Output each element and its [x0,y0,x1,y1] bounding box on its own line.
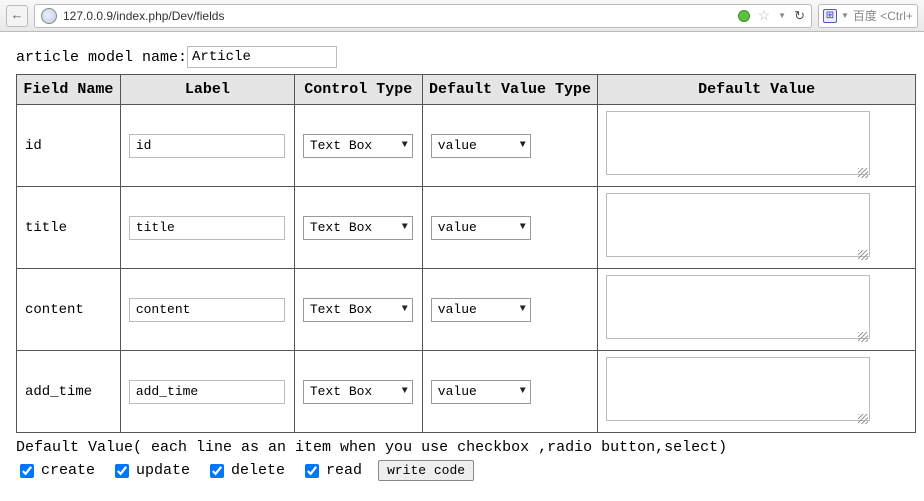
write-code-button[interactable]: write code [378,460,474,481]
chevron-down-icon: ▼ [520,386,526,397]
page-body: article model name: Field Name Label Con… [0,32,924,495]
default-value-textarea[interactable] [606,193,870,257]
default-value-type-cell: value ▼ [422,269,597,351]
control-type-cell: Text Box ▼ [294,269,422,351]
field-name-cell: title [17,187,121,269]
control-type-value: Text Box [310,220,372,235]
table-row: title Text Box ▼ value ▼ [17,187,916,269]
header-default-value: Default Value [598,75,916,105]
default-value-type-cell: value ▼ [422,351,597,433]
header-label: Label [120,75,294,105]
header-default-value-type: Default Value Type [422,75,597,105]
label-cell [120,105,294,187]
control-type-cell: Text Box ▼ [294,351,422,433]
default-value-textarea[interactable] [606,357,870,421]
table-row: id Text Box ▼ value ▼ [17,105,916,187]
chevron-down-icon: ▼ [520,222,526,233]
field-name-cell: add_time [17,351,121,433]
dropdown-icon[interactable]: ▼ [778,11,786,20]
model-name-input[interactable] [187,46,337,68]
read-text: read [326,462,362,479]
create-checkbox-label[interactable]: create [16,461,95,481]
control-type-select[interactable]: Text Box ▼ [303,380,413,404]
delete-text: delete [231,462,285,479]
field-name-cell: content [17,269,121,351]
chevron-down-icon: ▼ [402,386,408,397]
read-checkbox-label[interactable]: read [301,461,362,481]
fields-table: Field Name Label Control Type Default Va… [16,74,916,433]
chevron-down-icon: ▼ [402,304,408,315]
default-value-type-value: value [438,384,477,399]
create-text: create [41,462,95,479]
control-type-cell: Text Box ▼ [294,105,422,187]
default-value-type-value: value [438,138,477,153]
url-bar-right: ☆ ▼ ↻ [738,7,805,24]
label-input[interactable] [129,216,285,240]
update-checkbox-label[interactable]: update [111,461,190,481]
delete-checkbox-label[interactable]: delete [206,461,285,481]
control-type-select[interactable]: Text Box ▼ [303,134,413,158]
model-name-row: article model name: [16,46,908,68]
label-input[interactable] [129,380,285,404]
globe-icon [41,8,57,24]
back-button[interactable]: ← [6,5,28,27]
search-dropdown-icon[interactable]: ▼ [841,11,849,20]
search-bar[interactable]: ⊞ ▼ 百度 <Ctrl+ [818,4,918,28]
default-value-hint: Default Value( each line as an item when… [16,439,908,456]
default-value-cell [598,105,916,187]
table-row: content Text Box ▼ value ▼ [17,269,916,351]
control-type-value: Text Box [310,138,372,153]
url-text: 127.0.0.9/index.php/Dev/fields [63,9,224,23]
chevron-down-icon: ▼ [402,222,408,233]
default-value-textarea[interactable] [606,275,870,339]
table-row: add_time Text Box ▼ value ▼ [17,351,916,433]
update-checkbox[interactable] [115,464,129,478]
default-value-cell [598,351,916,433]
table-header-row: Field Name Label Control Type Default Va… [17,75,916,105]
create-checkbox[interactable] [20,464,34,478]
control-type-cell: Text Box ▼ [294,187,422,269]
header-field-name: Field Name [17,75,121,105]
model-name-label: article model name: [16,49,187,66]
read-checkbox[interactable] [305,464,319,478]
update-text: update [136,462,190,479]
default-value-type-value: value [438,302,477,317]
browser-toolbar: ← 127.0.0.9/index.php/Dev/fields ☆ ▼ ↻ ⊞… [0,0,924,32]
control-type-value: Text Box [310,302,372,317]
default-value-type-select[interactable]: value ▼ [431,380,531,404]
control-type-select[interactable]: Text Box ▼ [303,216,413,240]
checkbox-row: create update delete read write code [16,460,908,481]
bookmark-icon[interactable]: ☆ [758,7,771,24]
default-value-type-select[interactable]: value ▼ [431,298,531,322]
label-cell [120,187,294,269]
search-placeholder: 百度 <Ctrl+ [853,7,913,24]
default-value-type-cell: value ▼ [422,187,597,269]
control-type-value: Text Box [310,384,372,399]
control-type-select[interactable]: Text Box ▼ [303,298,413,322]
reload-icon[interactable]: ↻ [794,8,805,24]
header-control-type: Control Type [294,75,422,105]
default-value-type-select[interactable]: value ▼ [431,216,531,240]
field-name-cell: id [17,105,121,187]
chevron-down-icon: ▼ [520,304,526,315]
label-input[interactable] [129,134,285,158]
status-icon [738,10,750,22]
default-value-type-cell: value ▼ [422,105,597,187]
label-cell [120,351,294,433]
url-bar[interactable]: 127.0.0.9/index.php/Dev/fields ☆ ▼ ↻ [34,4,812,28]
default-value-type-value: value [438,220,477,235]
chevron-down-icon: ▼ [402,140,408,151]
default-value-cell [598,269,916,351]
baidu-icon: ⊞ [823,9,837,23]
default-value-cell [598,187,916,269]
label-cell [120,269,294,351]
label-input[interactable] [129,298,285,322]
chevron-down-icon: ▼ [520,140,526,151]
default-value-type-select[interactable]: value ▼ [431,134,531,158]
delete-checkbox[interactable] [210,464,224,478]
default-value-textarea[interactable] [606,111,870,175]
